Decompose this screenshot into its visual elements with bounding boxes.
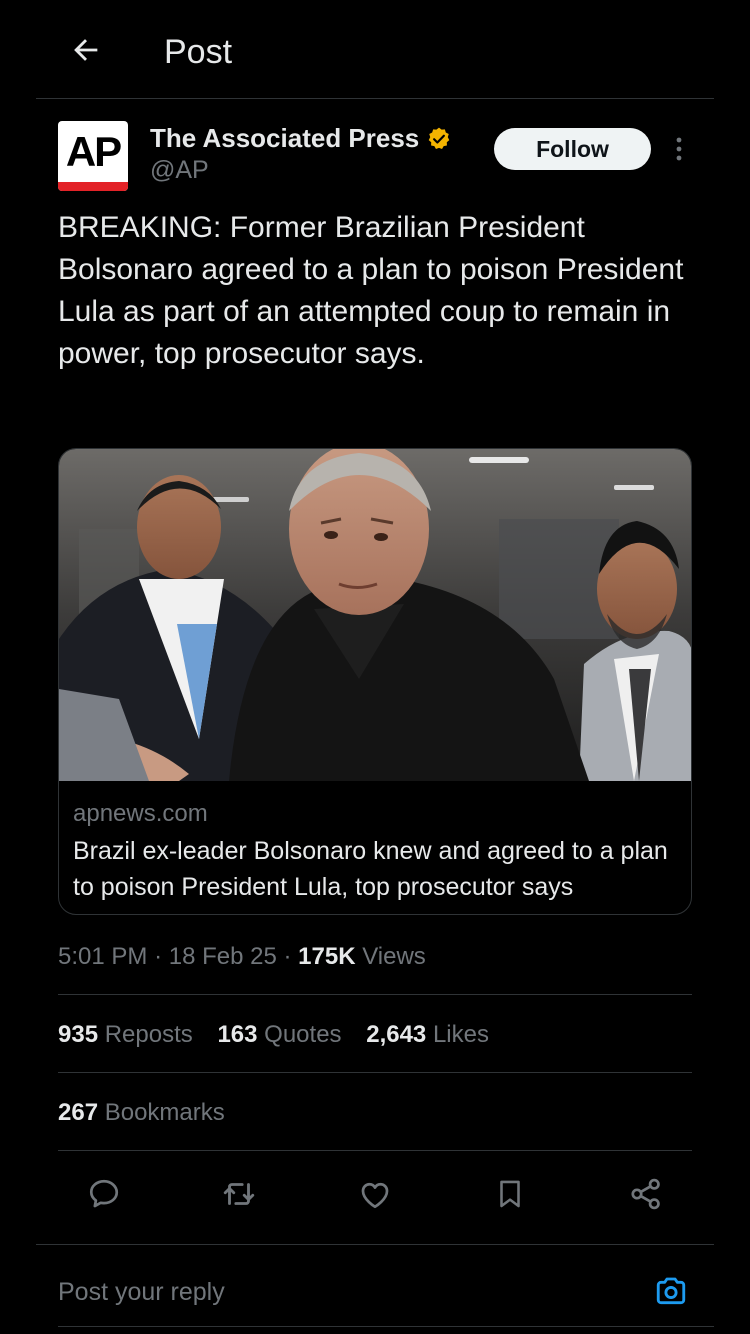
views-count[interactable]: 175K [298,943,355,970]
reposts-label: Reposts [104,1021,193,1048]
avatar-logo-bar [58,182,128,191]
like-button[interactable] [353,1172,397,1216]
page-title: Post [164,33,233,71]
reply-icon [89,1179,119,1208]
camera-button[interactable] [650,1270,692,1312]
back-button[interactable] [66,30,106,70]
bookmarks-stat[interactable]: 267 Bookmarks [58,1096,225,1130]
camera-icon [656,1277,686,1305]
top-bar: Post [0,0,750,100]
stats-divider-top [58,994,692,995]
card-domain: apnews.com [73,800,208,827]
author-name[interactable]: The Associated Press [150,122,419,154]
like-icon [361,1182,389,1209]
bookmarks-count: 267 [58,1099,99,1126]
meta-separator: · [283,943,299,970]
news-photo [59,449,691,781]
bookmark-icon [500,1180,520,1208]
author-handle[interactable]: @AP [150,154,209,186]
more-options-button[interactable] [666,132,692,166]
repost-button[interactable] [217,1172,261,1216]
reposts-stat[interactable]: 935 Reposts [58,1018,193,1052]
share-icon [631,1178,660,1210]
repost-icon [223,1183,255,1205]
post-time[interactable]: 5:01 PM [58,943,147,970]
post-text: BREAKING: Former Brazilian President Bol… [58,211,684,370]
avatar-logo-text: AP [65,128,122,175]
reply-button[interactable] [82,1172,126,1216]
reposts-count: 935 [58,1021,99,1048]
follow-button[interactable]: Follow [494,128,651,170]
avatar[interactable]: AP [58,121,128,191]
engagement-stats: 935 Reposts 163 Quotes 2,643 Likes [58,1018,507,1052]
post-date[interactable]: 18 Feb 25 [169,943,277,970]
views-label: Views [362,943,426,970]
verified-badge-icon [428,127,450,149]
quotes-label: Quotes [264,1021,342,1048]
reply-divider-top [36,1244,714,1245]
arrow-left-icon [74,39,98,61]
post-meta: 5:01 PM · 18 Feb 25 · 175K Views [58,940,426,974]
card-headline: Brazil ex-leader Bolsonaro knew and agre… [73,837,668,901]
more-vertical-icon [676,137,682,161]
share-button[interactable] [624,1172,668,1216]
bookmarks-label: Bookmarks [104,1099,225,1126]
quotes-stat[interactable]: 163 Quotes [217,1018,341,1052]
likes-label: Likes [432,1021,489,1048]
bookmark-button[interactable] [488,1172,532,1216]
reply-input[interactable]: Post your reply [58,1275,225,1309]
quotes-count: 163 [217,1021,258,1048]
reply-divider-bottom [58,1326,714,1327]
stats-divider-middle [58,1072,692,1073]
header-divider [36,98,714,99]
link-preview-card[interactable]: apnews.com Brazil ex-leader Bolsonaro kn… [58,448,692,915]
bookmark-stats: 267 Bookmarks [58,1096,243,1130]
likes-stat[interactable]: 2,643 Likes [366,1018,489,1052]
stats-divider-bottom [58,1150,692,1151]
likes-count: 2,643 [366,1021,427,1048]
meta-separator: · [154,943,169,970]
